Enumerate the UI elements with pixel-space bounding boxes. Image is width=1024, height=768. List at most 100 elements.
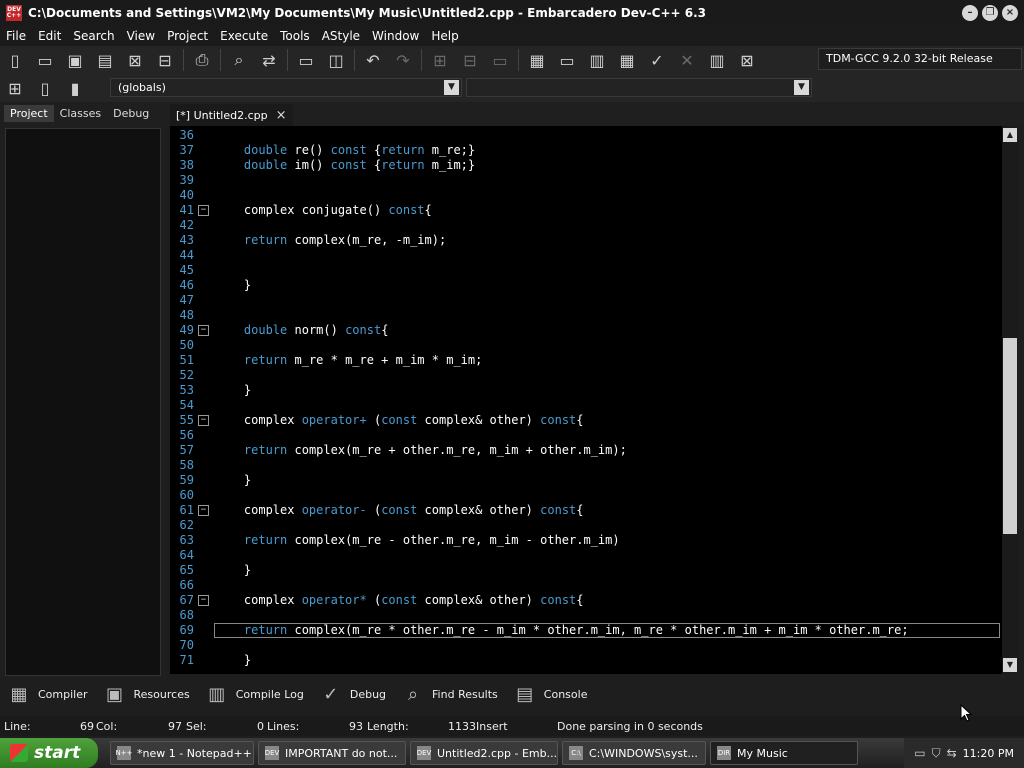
save-icon[interactable]: ▣ xyxy=(62,48,88,72)
goto-bookmark-icon[interactable]: ▮ xyxy=(62,76,88,100)
code-line[interactable]: 52 xyxy=(170,368,1002,383)
code-line[interactable]: 44 xyxy=(170,248,1002,263)
run-icon[interactable]: ▭ xyxy=(554,48,580,72)
insert-icon[interactable]: ⊞ xyxy=(2,76,28,100)
code-line[interactable]: 48 xyxy=(170,308,1002,323)
code-line[interactable]: 36 xyxy=(170,128,1002,143)
code-line[interactable]: 58 xyxy=(170,458,1002,473)
print-icon[interactable]: ⎙ xyxy=(189,48,215,72)
fold-toggle-icon[interactable]: − xyxy=(198,415,209,426)
taskbar-item[interactable]: C:\ C:\WINDOWS\syst... xyxy=(562,741,706,765)
delete-profile-icon[interactable]: ⊠ xyxy=(734,48,760,72)
close-all-icon[interactable]: ⊟ xyxy=(152,48,178,72)
find-icon[interactable]: ⌕ xyxy=(226,48,252,72)
chevron-down-icon[interactable]: ▼ xyxy=(794,80,809,95)
fold-toggle-icon[interactable]: − xyxy=(198,205,209,216)
restore-button[interactable]: ❐ xyxy=(982,5,998,21)
menu-view[interactable]: View xyxy=(121,29,161,43)
taskbar-item[interactable]: DEV Untitled2.cpp - Emb... xyxy=(410,741,558,765)
redo-icon[interactable]: ↷ xyxy=(390,48,416,72)
compile-run-icon[interactable]: ▥ xyxy=(584,48,610,72)
compiler-select[interactable]: TDM-GCC 9.2.0 32-bit Release xyxy=(818,48,1022,70)
keyboard-icon[interactable]: ▭ xyxy=(914,746,925,760)
menu-execute[interactable]: Execute xyxy=(214,29,274,43)
fold-toggle-icon[interactable]: − xyxy=(198,505,209,516)
code-line[interactable]: 37 double re() const {return m_re;} xyxy=(170,143,1002,158)
tab-untitled2[interactable]: [*] Untitled2.cpp × xyxy=(170,104,293,126)
tab-debug[interactable]: Debug xyxy=(107,105,155,122)
code-line[interactable]: 63 return complex(m_re - other.m_re, m_i… xyxy=(170,533,1002,548)
network-icon[interactable]: ⇆ xyxy=(947,746,957,760)
remove-project-icon[interactable]: ⊟ xyxy=(457,48,483,72)
taskbar-item[interactable]: N++ *new 1 - Notepad++ xyxy=(110,741,254,765)
code-line[interactable]: 53 } xyxy=(170,383,1002,398)
replace-icon[interactable]: ⇄ xyxy=(256,48,282,72)
shield-icon[interactable]: ⛉ xyxy=(932,746,941,761)
stop-execution-icon[interactable]: ✕ xyxy=(674,48,700,72)
code-line[interactable]: 71 } xyxy=(170,653,1002,668)
project-options-icon[interactable]: ▭ xyxy=(487,48,513,72)
bottom-tab-find-results[interactable]: ⌕ Find Results xyxy=(400,681,498,707)
close-tab-icon[interactable]: × xyxy=(276,108,287,123)
menu-file[interactable]: File xyxy=(0,29,32,43)
undo-icon[interactable]: ↶ xyxy=(360,48,386,72)
code-line[interactable]: 46 } xyxy=(170,278,1002,293)
menu-edit[interactable]: Edit xyxy=(32,29,67,43)
bottom-tab-compile-log[interactable]: ▥ Compile Log xyxy=(204,681,304,707)
bottom-tab-console[interactable]: ▤ Console xyxy=(512,681,587,707)
function-select[interactable]: ▼ xyxy=(466,78,812,97)
menu-window[interactable]: Window xyxy=(366,29,425,43)
taskbar-item[interactable]: DIR My Music xyxy=(710,741,858,765)
minimize-button[interactable]: – xyxy=(962,5,978,21)
close-button[interactable]: × xyxy=(1002,5,1018,21)
code-line[interactable]: 57 return complex(m_re + other.m_re, m_i… xyxy=(170,443,1002,458)
new-project-icon[interactable]: ⊞ xyxy=(427,48,453,72)
code-line[interactable]: 51 return m_re * m_re + m_im * m_im; xyxy=(170,353,1002,368)
new-file-icon[interactable]: ▯ xyxy=(2,48,28,72)
code-line[interactable]: 45 xyxy=(170,263,1002,278)
code-line[interactable]: 50 xyxy=(170,338,1002,353)
open-folder-icon[interactable]: ▭ xyxy=(32,48,58,72)
bottom-tab-resources[interactable]: ▣ Resources xyxy=(102,681,190,707)
bookmark-icon[interactable]: ▯ xyxy=(32,76,58,100)
project-tree[interactable] xyxy=(5,128,161,676)
code-line[interactable]: 65 } xyxy=(170,563,1002,578)
save-all-icon[interactable]: ▤ xyxy=(92,48,118,72)
code-line[interactable]: 59 } xyxy=(170,473,1002,488)
menu-project[interactable]: Project xyxy=(161,29,214,43)
code-line[interactable]: 69 return complex(m_re * other.m_re - m_… xyxy=(170,623,1002,638)
code-line[interactable]: 60 xyxy=(170,488,1002,503)
editor-scrollbar[interactable]: ▲ ▼ xyxy=(1002,126,1018,674)
scroll-down-icon[interactable]: ▼ xyxy=(1003,658,1017,672)
scroll-up-icon[interactable]: ▲ xyxy=(1003,128,1017,142)
start-button[interactable]: start xyxy=(0,738,98,768)
tab-classes[interactable]: Classes xyxy=(54,105,107,122)
fold-toggle-icon[interactable]: − xyxy=(198,595,209,606)
code-line[interactable]: 62 xyxy=(170,518,1002,533)
compile-icon[interactable]: ▦ xyxy=(524,48,550,72)
rebuild-all-icon[interactable]: ▦ xyxy=(614,48,640,72)
code-line[interactable]: 43 return complex(m_re, -m_im); xyxy=(170,233,1002,248)
goto-icon[interactable]: ▭ xyxy=(293,48,319,72)
code-line[interactable]: 67− complex operator* (const complex& ot… xyxy=(170,593,1002,608)
code-line[interactable]: 55− complex operator+ (const complex& ot… xyxy=(170,413,1002,428)
toggle-bookmark-icon[interactable]: ◫ xyxy=(323,48,349,72)
menu-tools[interactable]: Tools xyxy=(274,29,316,43)
menu-search[interactable]: Search xyxy=(67,29,120,43)
check-syntax-icon[interactable]: ✓ xyxy=(644,48,670,72)
scroll-thumb[interactable] xyxy=(1003,338,1017,534)
bottom-tab-compiler[interactable]: ▦ Compiler xyxy=(6,681,87,707)
fold-toggle-icon[interactable]: − xyxy=(198,325,209,336)
code-line[interactable]: 40 xyxy=(170,188,1002,203)
code-line[interactable]: 61− complex operator- (const complex& ot… xyxy=(170,503,1002,518)
taskbar-item[interactable]: DEV IMPORTANT do not... xyxy=(258,741,406,765)
menu-astyle[interactable]: AStyle xyxy=(316,29,366,43)
code-line[interactable]: 39 xyxy=(170,173,1002,188)
code-line[interactable]: 56 xyxy=(170,428,1002,443)
close-file-icon[interactable]: ⊠ xyxy=(122,48,148,72)
code-line[interactable]: 66 xyxy=(170,578,1002,593)
menu-help[interactable]: Help xyxy=(425,29,464,43)
code-line[interactable]: 42 xyxy=(170,218,1002,233)
code-line[interactable]: 49− double norm() const{ xyxy=(170,323,1002,338)
code-editor[interactable]: 36 37 double re() const {return m_re;} 38 … xyxy=(170,126,1002,674)
